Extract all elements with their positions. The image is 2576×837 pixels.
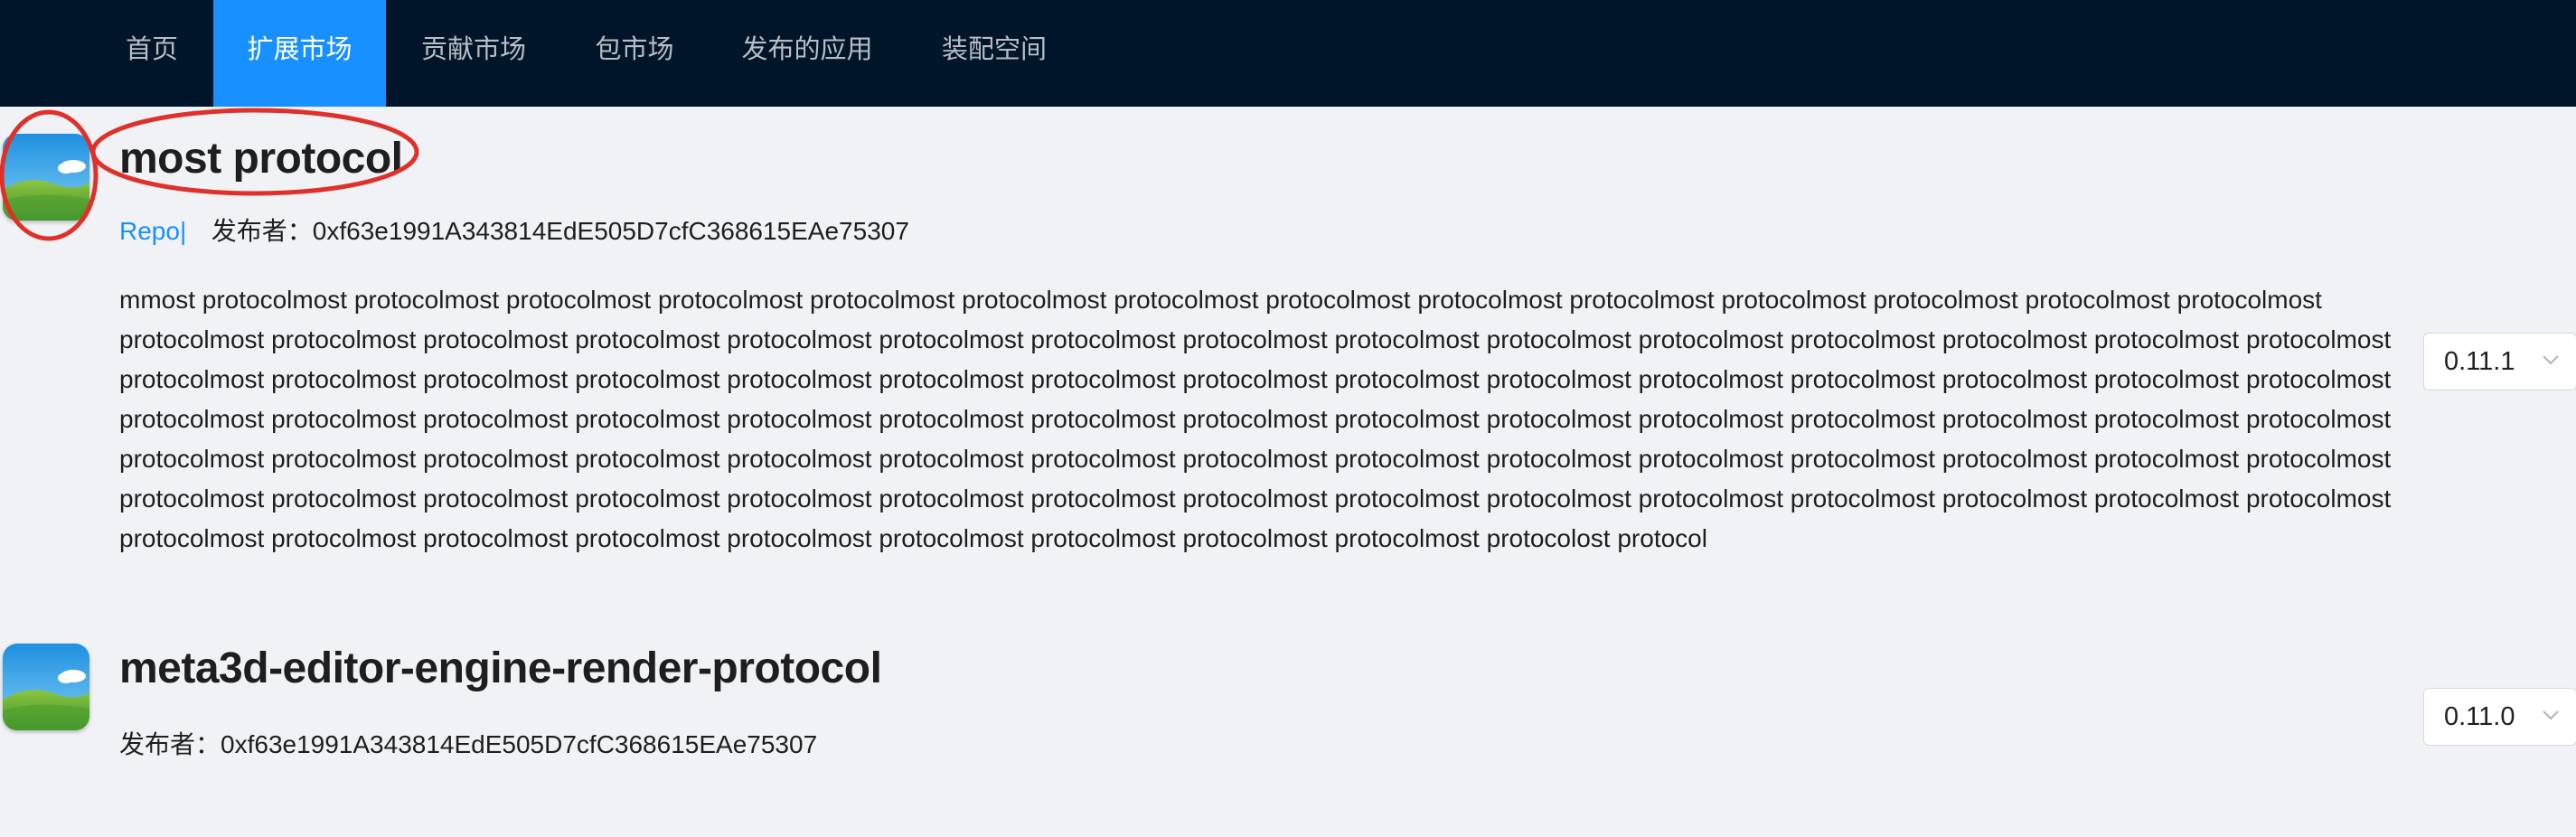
protocol-meta: Repo| 发布者：0xf63e1991A343814EdE505D7cfC36… xyxy=(119,212,909,248)
publisher-label: 发布者： xyxy=(119,730,221,758)
protocol-meta: 发布者：0xf63e1991A343814EdE505D7cfC368615EA… xyxy=(119,725,817,761)
list-item: meta3d-editor-engine-render-protocol 发布者… xyxy=(0,624,2576,837)
nav-item-package-market[interactable]: 包市场 xyxy=(578,0,691,107)
avatar xyxy=(3,644,89,730)
publisher-address: 0xf63e1991A343814EdE505D7cfC368615EAe753… xyxy=(312,217,909,245)
nav-item-contribution-market[interactable]: 贡献市场 xyxy=(402,0,545,107)
version-select[interactable]: 0.11.1 xyxy=(2423,333,2576,390)
chevron-down-icon xyxy=(2543,355,2559,365)
top-nav: 首页 扩展市场 贡献市场 包市场 发布的应用 装配空间 xyxy=(0,0,2576,107)
protocol-description: mmost protocolmost protocolmost protocol… xyxy=(119,286,2392,552)
publisher-address: 0xf63e1991A343814EdE505D7cfC368615EAe753… xyxy=(221,730,818,758)
nav-item-home[interactable]: 首页 xyxy=(107,0,197,107)
chevron-down-icon xyxy=(2543,710,2559,720)
nav-item-published-apps[interactable]: 发布的应用 xyxy=(726,0,888,107)
publisher-label: 发布者： xyxy=(211,217,313,245)
nav-item-assembly-space[interactable]: 装配空间 xyxy=(926,0,1063,107)
nav-item-extension-market[interactable]: 扩展市场 xyxy=(213,0,386,107)
landscape-icon xyxy=(3,644,89,730)
version-value: 0.11.0 xyxy=(2444,702,2515,731)
protocol-title[interactable]: most protocol xyxy=(119,134,403,183)
landscape-icon xyxy=(3,134,89,221)
protocol-title[interactable]: meta3d-editor-engine-render-protocol xyxy=(119,644,882,693)
avatar xyxy=(3,134,89,221)
repo-link[interactable]: Repo| xyxy=(119,217,186,245)
list-item: most protocol Repo| 发布者：0xf63e1991A34381… xyxy=(0,107,2576,595)
version-value: 0.11.1 xyxy=(2444,347,2515,376)
version-select[interactable]: 0.11.0 xyxy=(2423,688,2576,746)
